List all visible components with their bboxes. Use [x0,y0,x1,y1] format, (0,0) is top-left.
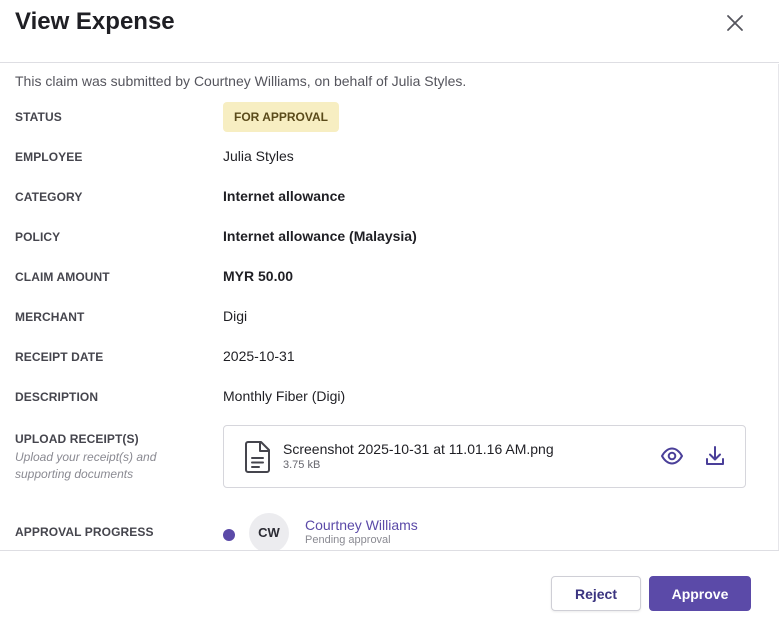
receipt-date-label: RECEIPT DATE [15,350,104,364]
status-label: STATUS [15,110,62,124]
file-size: 3.75 kB [283,459,321,471]
modal-header: View Expense [0,0,779,63]
employee-label: EMPLOYEE [15,150,83,164]
download-icon [706,446,724,465]
upload-receipts-hint: Upload your receipt(s) and supporting do… [15,450,157,481]
merchant-value: Digi [223,308,248,324]
claim-amount-value: MYR 50.00 [223,268,294,284]
employee-value: Julia Styles [223,148,294,164]
modal-body: This claim was submitted by Courtney Wil… [0,64,779,550]
status-badge: FOR APPROVAL [223,102,340,132]
modal-title: View Expense [15,8,175,35]
category-value: Internet allowance [223,188,346,204]
avatar: CW [249,513,289,550]
modal-footer: Reject Approve [0,550,779,628]
policy-label: POLICY [15,230,61,244]
approval-progress-label: APPROVAL PROGRESS [15,525,154,539]
description-value: Monthly Fiber (Digi) [223,388,346,404]
submission-notice: This claim was submitted by Courtney Wil… [15,73,467,89]
file-name: Screenshot 2025-10-31 at 11.01.16 AM.png [283,441,554,457]
approve-button[interactable]: Approve [649,576,751,611]
close-icon [727,15,743,31]
approver-status: Pending approval [305,534,391,546]
document-icon [245,441,270,473]
receipt-date-value: 2025-10-31 [223,348,295,364]
receipt-file-card[interactable]: Screenshot 2025-10-31 at 11.01.16 AM.png… [223,425,746,488]
view-expense-modal: View Expense This claim was submitted by… [0,0,779,628]
approver-name-link[interactable]: Courtney Williams [305,517,418,533]
view-file-button[interactable] [660,444,684,468]
eye-icon [661,447,683,465]
category-label: CATEGORY [15,190,83,204]
policy-value: Internet allowance (Malaysia) [223,228,417,244]
close-button[interactable] [723,11,747,35]
reject-button[interactable]: Reject [551,576,641,611]
description-label: DESCRIPTION [15,390,99,404]
progress-step-dot [223,529,235,541]
claim-amount-label: CLAIM AMOUNT [15,270,110,284]
merchant-label: MERCHANT [15,310,85,324]
upload-receipts-label: UPLOAD RECEIPT(S) [15,432,139,446]
download-file-button[interactable] [703,444,727,468]
